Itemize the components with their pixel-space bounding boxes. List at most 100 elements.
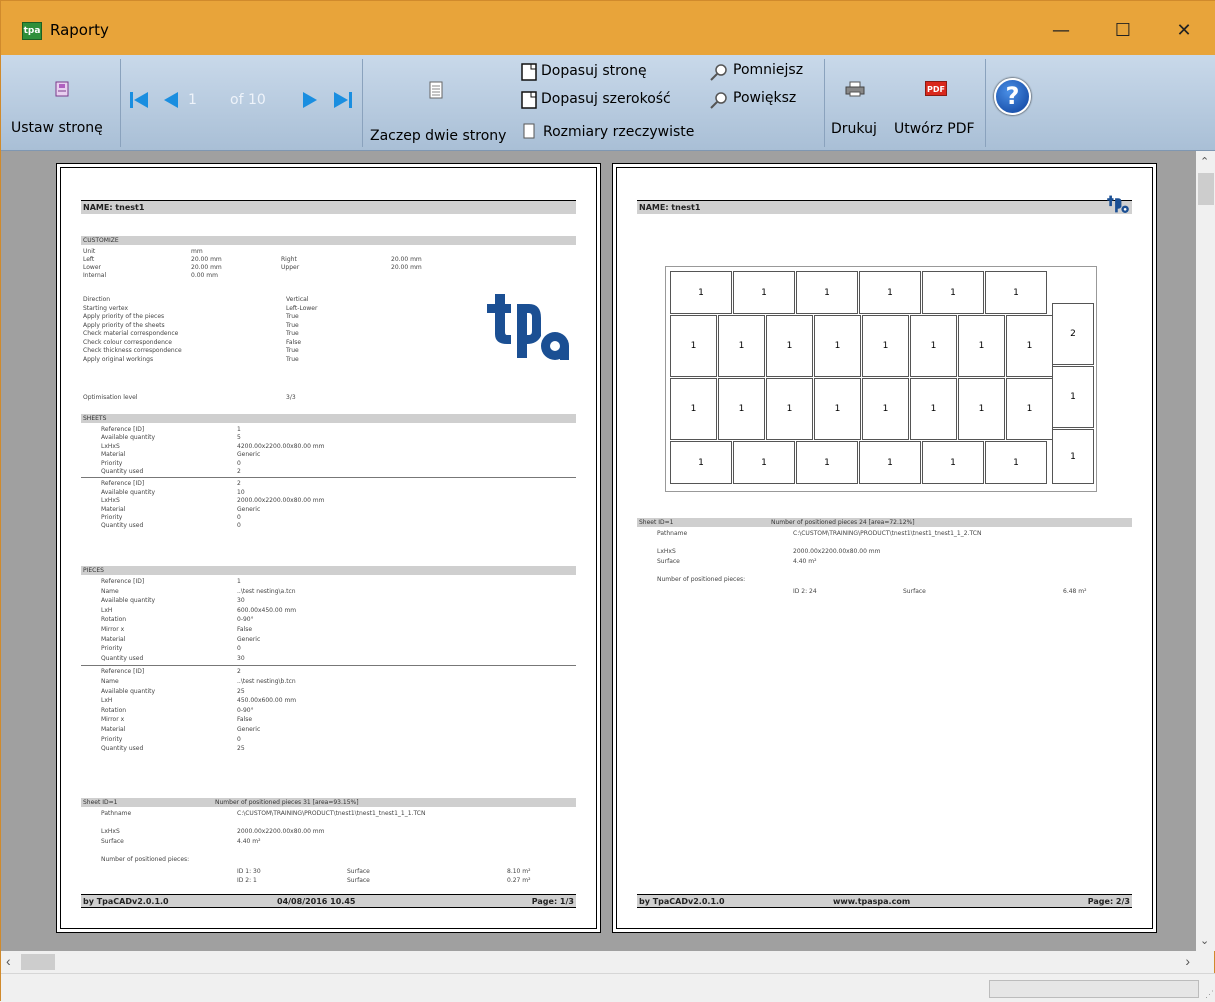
close-button[interactable]: ✕ (1161, 15, 1207, 45)
scroll-thumb[interactable] (21, 954, 55, 970)
nested-piece: 1 (814, 378, 861, 440)
id-count: ID 2: 1 (237, 877, 257, 884)
fit-width-icon (521, 91, 537, 109)
scroll-right-icon[interactable]: › (1185, 953, 1190, 969)
next-page-icon[interactable] (301, 90, 321, 110)
piece-label: 1 (950, 287, 956, 298)
nested-piece: 1 (766, 378, 813, 440)
piece-label: 1 (978, 404, 985, 414)
piece-field-label: LxH (101, 606, 113, 614)
piece-label: 1 (930, 404, 937, 414)
title-bar: tpa Raporty — ☐ ✕ (1, 1, 1215, 55)
id-surface-label: Surface (347, 877, 370, 884)
first-page-icon[interactable] (129, 90, 149, 110)
minimize-button[interactable]: — (1038, 15, 1084, 45)
nested-piece: 1 (910, 378, 957, 440)
positioned-pieces-label: Number of positioned pieces: (101, 856, 190, 863)
separator (362, 59, 363, 147)
piece-field-value: 30 (237, 654, 245, 662)
page-count-label: of 10 (230, 92, 266, 108)
pathname-label: Pathname (657, 530, 688, 537)
tpa-logo (487, 294, 569, 360)
last-page-icon[interactable] (333, 90, 353, 110)
sheet-field-value: 0 (237, 514, 241, 521)
pathname-value: C:\CUSTOM\TRAINING\PRODUCT\tnest1\tnest1… (237, 810, 426, 817)
page-setup-button[interactable]: Ustaw stronę (9, 61, 117, 145)
report-viewer[interactable]: NAME: tnest1 CUSTOMIZE Unit mm Left 20.00 m… (1, 151, 1196, 951)
tpa-logo (1107, 195, 1129, 213)
report-page-1: NAME: tnest1 CUSTOMIZE Unit mm Left 20.00 m… (56, 163, 601, 933)
piece-label: 1 (950, 457, 956, 468)
print-button[interactable]: Drukuj (829, 61, 883, 145)
horizontal-scrollbar[interactable]: ‹ › (1, 951, 1196, 973)
scroll-down-icon[interactable]: ⌄ (1200, 934, 1209, 947)
separator (824, 59, 825, 147)
option-label: Apply original workings (83, 355, 154, 363)
create-pdf-button[interactable]: PDF Utwórz PDF (891, 61, 983, 145)
customize-cell: Left (83, 256, 95, 263)
scroll-up-icon[interactable]: ⌃ (1200, 155, 1209, 168)
piece-label: 1 (1026, 341, 1033, 351)
sheet-field-label: LxHxS (101, 442, 120, 450)
piece-field-value: 1 (237, 578, 241, 585)
piece-field-value: 30 (237, 597, 245, 605)
option-value: Left-Lower (286, 304, 318, 312)
sheet-field-label: Reference [ID] (101, 426, 145, 433)
piece-label: 1 (761, 457, 767, 468)
nested-piece: 1 (670, 378, 717, 440)
nested-piece: 1 (985, 441, 1047, 484)
sheet-field-value: 0 (237, 522, 241, 530)
piece-field-label: Available quantity (101, 687, 156, 695)
scroll-left-icon[interactable]: ‹ (6, 953, 11, 969)
piece-label: 1 (738, 404, 745, 414)
maximize-button[interactable]: ☐ (1100, 15, 1146, 45)
piece-label: 1 (930, 341, 937, 351)
piece-label: 1 (698, 457, 704, 468)
id-surface-value: 0.27 m² (507, 877, 531, 884)
customize-cell: mm (191, 248, 203, 255)
piece-label: 1 (834, 341, 841, 351)
piece-field-label: Available quantity (101, 597, 156, 605)
nested-piece: 1 (910, 315, 957, 377)
page-footer: by TpaCADv2.0.1.0 www.tpaspa.com Page: 2… (637, 894, 1132, 908)
option-label: Apply priority of the sheets (83, 321, 165, 329)
zoom-in-button[interactable]: Powiększ (707, 89, 819, 111)
vertical-scrollbar[interactable]: ⌃ ⌄ (1196, 151, 1215, 951)
zoom-out-button[interactable]: Pomniejsz (707, 61, 819, 83)
fit-width-button[interactable]: Dopasuj szerokość (519, 89, 699, 111)
nested-piece: 1 (859, 441, 921, 484)
fit-page-button[interactable]: Dopasuj stronę (519, 61, 699, 83)
page-number-input[interactable]: 1 (188, 92, 197, 108)
footer-version: by TpaCADv2.0.1.0 (83, 897, 169, 906)
option-value: Vertical (286, 296, 309, 303)
resize-grip-icon[interactable]: ⋰ (1205, 989, 1214, 1000)
nested-piece: 1 (862, 378, 909, 440)
fit-page-icon (521, 63, 537, 81)
scroll-thumb[interactable] (1198, 173, 1214, 205)
fit-page-label: Dopasuj stronę (541, 63, 647, 79)
actual-size-icon (523, 123, 535, 139)
actual-size-button[interactable]: Rozmiary rzeczywiste (519, 119, 709, 141)
piece-label: 2 (1070, 329, 1076, 339)
optimisation-label: Optimisation level (83, 394, 138, 401)
piece-field-value: ..\test nesting\b.tcn (237, 678, 296, 685)
piece-field-value: 25 (237, 745, 245, 753)
sheet-field-value: 2 (237, 480, 241, 488)
option-value: True (286, 330, 299, 337)
previous-page-icon[interactable] (160, 90, 180, 110)
ribbon-toolbar: Ustaw stronę 1 of 10 Zaczep dwie strony … (1, 55, 1215, 151)
surface-value: 4.40 m² (793, 558, 817, 565)
piece-label: 1 (882, 341, 889, 351)
sheet-field-label: Quantity used (101, 468, 144, 475)
customize-cell: 20.00 mm (191, 264, 222, 271)
piece-label: 1 (738, 341, 745, 351)
tpa-report-icon: tpa (22, 22, 42, 40)
piece-field-value: 0 (237, 735, 241, 743)
two-pages-button[interactable]: Zaczep dwie strony (367, 61, 513, 145)
nested-piece: 1 (718, 315, 765, 377)
help-icon[interactable]: ? (994, 78, 1031, 115)
option-value: True (286, 355, 299, 363)
customize-cell: Right (281, 256, 297, 263)
nested-piece: 1 (766, 315, 813, 377)
two-pages-icon (429, 81, 443, 99)
